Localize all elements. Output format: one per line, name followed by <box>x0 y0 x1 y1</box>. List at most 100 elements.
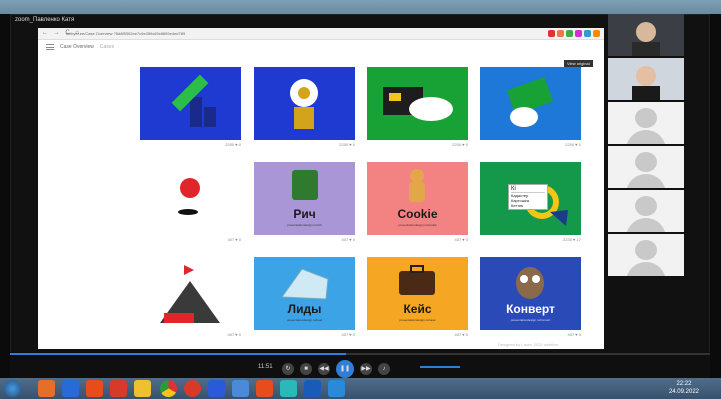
taskbar-app-icon[interactable] <box>304 380 321 397</box>
card-stats: 2230 ♥ 17 <box>563 237 581 242</box>
footer-note: Designed by Laura, 2022 webflow <box>498 342 559 347</box>
card-illustration <box>367 67 468 140</box>
taskbar-app-icon[interactable] <box>110 380 127 397</box>
extension-icon[interactable] <box>566 30 573 37</box>
participants-panel <box>608 14 684 276</box>
avatar <box>626 218 666 232</box>
breadcrumb: Case Overview Cases <box>46 44 114 50</box>
card-stats: 407 ♥ 0 <box>227 332 242 337</box>
card-subtitle: presentationdesign.ru/lead <box>286 318 323 322</box>
card-title: Рич <box>293 207 316 221</box>
extension-icons <box>548 30 600 37</box>
volume-slider[interactable] <box>420 366 460 368</box>
card-stats: 2200 ♥ 0 <box>565 142 581 147</box>
case-card[interactable] <box>367 67 468 140</box>
participant-video[interactable] <box>608 14 684 56</box>
avatar <box>635 108 657 128</box>
participant-image <box>608 14 684 56</box>
seek-bar[interactable] <box>10 353 710 355</box>
case-card[interactable] <box>480 67 581 140</box>
menu-icon[interactable] <box>46 44 54 50</box>
seek-progress <box>10 353 346 355</box>
taskbar-app-icon[interactable] <box>86 380 103 397</box>
taskbar-app-icon[interactable] <box>184 380 201 397</box>
case-card[interactable] <box>140 162 241 235</box>
avatar <box>626 174 666 188</box>
taskbar: 22:22 24.09.2022 <box>0 378 721 399</box>
stop-icon[interactable]: ■ <box>300 363 312 375</box>
forward-icon[interactable]: ▶▶ <box>360 363 372 375</box>
card-illustration <box>254 67 355 140</box>
breadcrumb-item[interactable]: Cases <box>100 44 114 50</box>
card-title: Cookie <box>397 207 438 221</box>
participant-image <box>608 58 684 100</box>
avatar <box>626 130 666 144</box>
search-input[interactable]: Кі <box>511 186 545 193</box>
breadcrumb-item[interactable]: Case Overview <box>60 44 94 50</box>
case-card[interactable] <box>140 67 241 140</box>
start-button[interactable] <box>4 380 21 397</box>
extension-icon[interactable] <box>548 30 555 37</box>
participant-tile[interactable] <box>608 234 684 276</box>
card-subtitle: presentationdesign.ru/rich <box>287 223 322 227</box>
card-stats: 407 ♥ 0 <box>227 237 242 242</box>
chrome-icon[interactable] <box>160 380 177 397</box>
case-overview-page: Case Overview Cases 2200 ♥ 0 2200 ♥ 0 22… <box>38 40 604 349</box>
playback-controls: ↻ ■ ◀◀ ❚❚ ▶▶ ♪ <box>282 360 390 378</box>
participant-tile[interactable] <box>608 102 684 144</box>
desktop-top-bar <box>0 0 721 14</box>
card-illustration <box>480 67 581 140</box>
card-stats: 2200 ♥ 0 <box>452 142 468 147</box>
shuffle-icon[interactable]: ↻ <box>282 363 294 375</box>
card-stats: 2200 ♥ 0 <box>339 142 355 147</box>
avatar <box>635 240 657 260</box>
pause-button[interactable]: ❚❚ <box>336 360 354 378</box>
taskbar-app-icon[interactable] <box>256 380 273 397</box>
taskbar-app-icon[interactable] <box>62 380 79 397</box>
card-title: Кейс <box>403 302 432 316</box>
case-card[interactable] <box>140 257 241 330</box>
taskbar-app-icon[interactable] <box>328 380 345 397</box>
taskbar-app-icon[interactable] <box>280 380 297 397</box>
mute-icon[interactable]: ♪ <box>378 363 390 375</box>
clock-date: 24.09.2022 <box>668 389 699 395</box>
card-stats: 407 ♥ 0 <box>567 332 582 337</box>
rewind-icon[interactable]: ◀◀ <box>318 363 330 375</box>
extension-icon[interactable] <box>593 30 600 37</box>
case-card[interactable]: Рич presentationdesign.ru/rich <box>254 162 355 235</box>
search-suggestion[interactable]: Кеттик <box>511 203 545 208</box>
avatar <box>635 152 657 172</box>
card-illustration <box>140 67 241 140</box>
card-title: Конверт <box>506 302 555 316</box>
address-bar[interactable]: webyer.ee/Case Overview ?5d8f5302ee7c9e0… <box>66 30 486 38</box>
case-card[interactable]: Кі Кадастер Картошка Кеттик <box>480 162 581 235</box>
card-subtitle: presentationdesign.ru/case <box>399 318 436 322</box>
window-title: zoom_Павленко Катя <box>15 17 75 23</box>
playback-time: 11:51 <box>258 364 273 370</box>
extension-icon[interactable] <box>557 30 564 37</box>
system-clock[interactable]: 22:22 24.09.2022 <box>669 380 699 396</box>
participant-video[interactable] <box>608 58 684 100</box>
case-card[interactable]: Конверт presentationdesign.ru/convert <box>480 257 581 330</box>
case-card[interactable]: Кейс presentationdesign.ru/case <box>367 257 468 330</box>
case-card[interactable]: Cookie presentationdesign.ru/cookie <box>367 162 468 235</box>
card-title: Лиды <box>287 302 322 316</box>
card-stats: 407 ♥ 0 <box>341 332 356 337</box>
card-stats: 407 ♥ 0 <box>454 237 469 242</box>
avatar <box>635 196 657 216</box>
card-illustration <box>140 257 241 330</box>
participant-tile[interactable] <box>608 190 684 232</box>
extension-icon[interactable] <box>575 30 582 37</box>
card-illustration <box>140 162 241 235</box>
search-widget[interactable]: Кі Кадастер Картошка Кеттик <box>508 184 548 210</box>
browser-toolbar: ← → C ⌂ webyer.ee/Case Overview ?5d8f530… <box>38 28 604 40</box>
taskbar-app-icon[interactable] <box>134 380 151 397</box>
extension-icon[interactable] <box>584 30 591 37</box>
case-card[interactable]: Лиды presentationdesign.ru/lead <box>254 257 355 330</box>
taskbar-app-icon[interactable] <box>208 380 225 397</box>
case-card[interactable] <box>254 67 355 140</box>
taskbar-app-icon[interactable] <box>232 380 249 397</box>
taskbar-app-icon[interactable] <box>38 380 55 397</box>
avatar <box>626 262 666 276</box>
participant-tile[interactable] <box>608 146 684 188</box>
